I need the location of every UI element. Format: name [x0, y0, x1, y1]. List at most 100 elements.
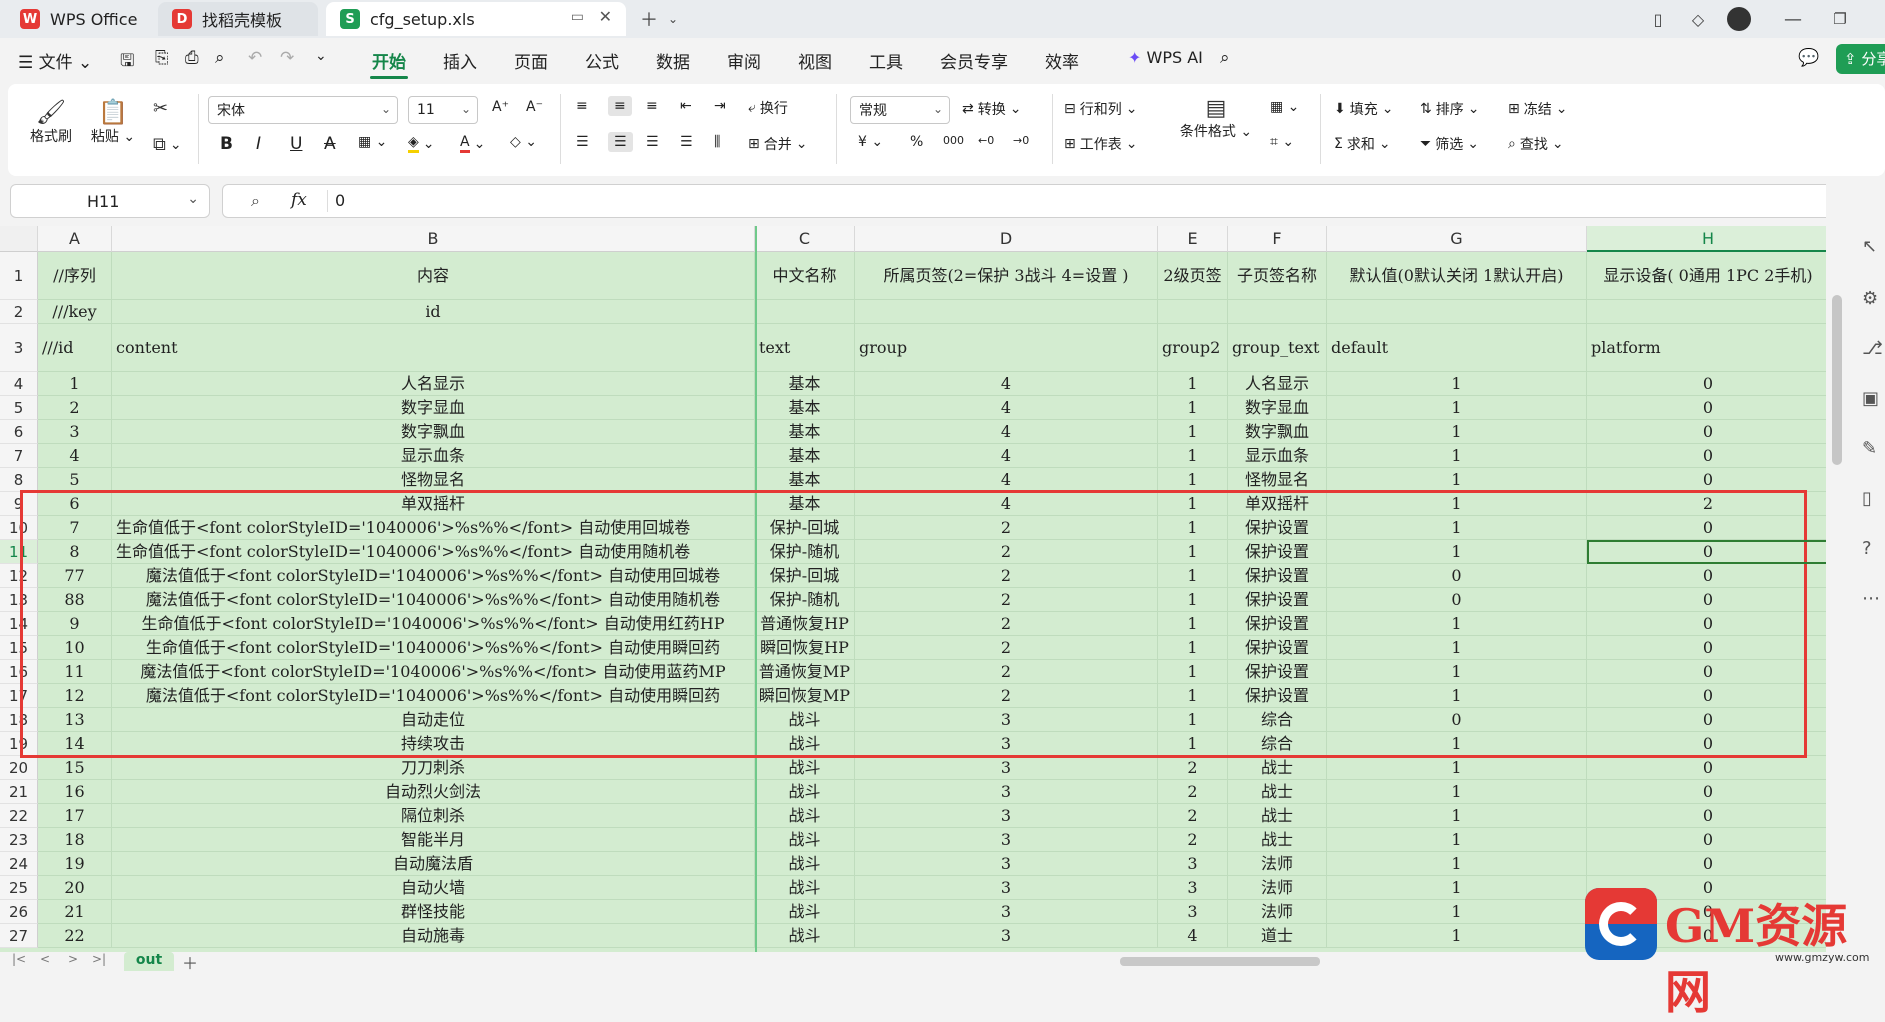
pointer-icon[interactable]: ↖ [1862, 236, 1877, 257]
bold-icon[interactable]: B [220, 134, 233, 154]
table-cell[interactable]: 3 [855, 780, 1158, 804]
table-cell[interactable]: 17 [38, 804, 112, 828]
justify-icon[interactable]: ☰ [680, 134, 693, 150]
row-header[interactable]: 6 [0, 420, 38, 444]
zoom-icon[interactable]: ⌕ [251, 191, 260, 211]
row-header[interactable]: 3 [0, 324, 38, 372]
link-icon[interactable]: ⎇ [1862, 338, 1883, 359]
table-cell[interactable]: group_text [1228, 324, 1327, 372]
table-cell[interactable]: 0 [1587, 780, 1826, 804]
table-cell[interactable]: 3 [855, 924, 1158, 948]
menu-formula[interactable]: 公式 [585, 48, 619, 73]
table-cell[interactable]: 怪物显名 [112, 468, 755, 492]
table-cell[interactable]: 3 [855, 828, 1158, 852]
table-cell[interactable]: 道士 [1228, 924, 1327, 948]
table-cell[interactable]: 18 [38, 828, 112, 852]
new-tab-plus-icon[interactable]: ＋ [636, 6, 662, 32]
next-sheet-icon[interactable]: > [68, 952, 78, 966]
name-box[interactable]: H11 ⌄ [10, 184, 210, 218]
table-cell[interactable]: 3 [1158, 876, 1228, 900]
table-cell[interactable]: 人名显示 [1228, 372, 1327, 396]
table-cell[interactable]: 1 [1327, 828, 1587, 852]
table-cell[interactable]: 基本 [755, 396, 855, 420]
tab-cfg-setup[interactable]: S cfg_setup.xls ▭ ✕ [326, 2, 626, 36]
close-tab-icon[interactable]: ✕ [599, 7, 612, 26]
table-cell[interactable]: 战士 [1228, 756, 1327, 780]
book-icon[interactable]: ▯ [1862, 488, 1872, 509]
freeze-button[interactable]: ⊞ 冻结 ⌄ [1508, 99, 1567, 119]
table-cell[interactable]: 显示血条 [1228, 444, 1327, 468]
table-cell[interactable]: 1 [1327, 396, 1587, 420]
cube-icon[interactable]: ◇ [1685, 6, 1711, 32]
table-cell[interactable]: 2 [1158, 780, 1228, 804]
redo-icon[interactable]: ↷ [280, 48, 294, 68]
column-header-f[interactable]: F [1228, 226, 1327, 252]
table-cell[interactable]: 法师 [1228, 900, 1327, 924]
table-cell[interactable]: 0 [1587, 852, 1826, 876]
table-cell[interactable]: 自动施毒 [112, 924, 755, 948]
table-cell[interactable]: 自动火墙 [112, 876, 755, 900]
table-cell[interactable]: text [755, 324, 855, 372]
table-cell[interactable]: 子页签名称 [1228, 252, 1327, 300]
table-cell[interactable]: 3 [855, 804, 1158, 828]
menu-view[interactable]: 视图 [798, 48, 832, 73]
settings-slider-icon[interactable]: ⚙ [1862, 288, 1878, 309]
tab-docer-template[interactable]: D 找稻壳模板 [158, 2, 318, 36]
table-cell[interactable]: 战士 [1228, 780, 1327, 804]
decimal-decrease-icon[interactable]: →0 [1013, 134, 1029, 147]
table-cell[interactable]: //序列 [38, 252, 112, 300]
copy-icon[interactable]: ⧉ ⌄ [153, 134, 182, 155]
table-cell[interactable]: 战斗 [755, 804, 855, 828]
wrap-button[interactable]: ⤶ 换行 [748, 98, 788, 118]
currency-icon[interactable]: ¥ ⌄ [858, 134, 883, 150]
table-cell[interactable]: 群怪技能 [112, 900, 755, 924]
last-sheet-icon[interactable]: >| [92, 952, 106, 966]
more-icon[interactable]: ⋯ [1862, 588, 1880, 609]
row-col-button[interactable]: ⊟ 行和列 ⌄ [1064, 99, 1137, 119]
fill-button[interactable]: ⬇ 填充 ⌄ [1334, 99, 1393, 119]
table-cell[interactable]: 0 [1587, 420, 1826, 444]
table-cell[interactable]: 3 [1158, 852, 1228, 876]
table-cell[interactable]: 4 [38, 444, 112, 468]
table-cell[interactable]: 0 [1587, 756, 1826, 780]
table-cell[interactable]: 2 [1158, 756, 1228, 780]
table-cell[interactable]: 智能半月 [112, 828, 755, 852]
table-cell[interactable]: 1 [1158, 420, 1228, 444]
table-cell[interactable]: 战斗 [755, 780, 855, 804]
font-name-select[interactable]: 宋体 ⌄ [208, 96, 398, 124]
undo-icon[interactable]: ↶ [248, 48, 262, 68]
first-sheet-icon[interactable]: |< [12, 952, 26, 966]
table-cell[interactable]: 战斗 [755, 924, 855, 948]
table-cell[interactable]: 战斗 [755, 876, 855, 900]
table-cell[interactable]: 1 [1327, 804, 1587, 828]
column-header-a[interactable]: A [38, 226, 112, 252]
menu-home[interactable]: 开始 [372, 48, 406, 73]
table-cell[interactable]: id [112, 300, 755, 324]
table-cell[interactable]: 3 [855, 756, 1158, 780]
table-cell[interactable]: 19 [38, 852, 112, 876]
row-header[interactable]: 1 [0, 252, 38, 300]
row-header[interactable]: 21 [0, 780, 38, 804]
table-cell[interactable]: 1 [38, 372, 112, 396]
column-header-h[interactable]: H [1587, 226, 1826, 252]
table-cell[interactable] [755, 300, 855, 324]
table-cell[interactable]: 21 [38, 900, 112, 924]
menu-tools[interactable]: 工具 [869, 48, 903, 73]
table-cell[interactable]: 数字飘血 [1228, 420, 1327, 444]
comment-icon[interactable]: 💬 [1798, 48, 1819, 68]
chevron-down-icon[interactable]: ⌄ [660, 6, 686, 32]
table-cell[interactable]: 1 [1327, 852, 1587, 876]
table-cell[interactable]: 显示设备( 0通用 1PC 2手机) [1587, 252, 1826, 300]
align-bottom-icon[interactable]: ≡ [646, 98, 658, 114]
table-cell[interactable]: 内容 [112, 252, 755, 300]
table-cell[interactable]: group [855, 324, 1158, 372]
table-cell[interactable]: 16 [38, 780, 112, 804]
underline-icon[interactable]: U [290, 134, 302, 154]
table-cell[interactable]: 3 [38, 420, 112, 444]
thousands-icon[interactable]: 000 [943, 134, 964, 147]
align-left-icon[interactable]: ☰ [576, 134, 589, 150]
strikethrough-icon[interactable]: A [324, 134, 336, 154]
table-cell[interactable]: 人名显示 [112, 372, 755, 396]
table-cell[interactable]: 所属页签(2=保护 3战斗 4=设置 ) [855, 252, 1158, 300]
merge-button[interactable]: ⊞ 合并 ⌄ [748, 134, 807, 154]
